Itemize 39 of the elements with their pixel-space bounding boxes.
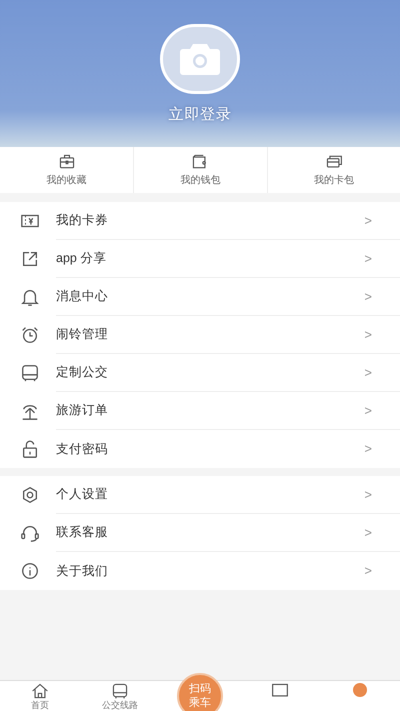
chevron-icon: > [364, 439, 372, 459]
lock-icon [20, 439, 40, 459]
quick-action-button[interactable]: 我的收藏 [0, 147, 134, 193]
menu-item[interactable]: 定制公交 > [0, 354, 400, 392]
chevron-icon: > [364, 362, 372, 382]
camera-icon [179, 42, 221, 76]
alarm-clock-icon [20, 325, 40, 345]
quick-action-button[interactable]: 我的卡包 [266, 147, 400, 193]
home-icon [31, 682, 49, 700]
tab-button[interactable]: 公交线路 [102, 681, 138, 710]
chevron-icon: > [364, 484, 372, 504]
share-icon [20, 249, 40, 269]
briefcase-icon [58, 152, 76, 170]
info-icon [20, 561, 40, 581]
menu-item[interactable]: 个人设置 > [0, 476, 400, 514]
bus-icon [20, 363, 40, 383]
quick-action-button[interactable]: 我的钱包 [133, 147, 267, 193]
menu-item[interactable]: 我的卡券 > [0, 202, 400, 240]
menu-item[interactable]: 联系客服 > [0, 514, 400, 552]
chevron-icon: > [364, 522, 372, 542]
menu-item[interactable]: 消息中心 > [0, 278, 400, 316]
settings-icon [20, 485, 40, 505]
menu-item[interactable]: app 分享 > [0, 240, 400, 278]
bell-icon [20, 287, 40, 307]
cards-icon [324, 152, 343, 170]
menu-item[interactable]: 关于我们 > [0, 552, 400, 590]
chevron-icon: > [364, 324, 372, 344]
menu-item[interactable]: 支付密码 > [0, 430, 400, 468]
chevron-icon: > [364, 210, 372, 230]
menu-item[interactable]: 闹铃管理 > [0, 316, 400, 354]
chevron-icon: > [364, 400, 372, 420]
headset-icon [20, 523, 40, 543]
tab-button[interactable]: 首页 [31, 681, 49, 710]
menu-item[interactable]: 旅游订单 > [0, 392, 400, 430]
user-avatar-icon[interactable] [353, 683, 367, 697]
chevron-icon: > [364, 286, 372, 306]
chevron-icon: > [364, 248, 372, 268]
chevron-icon: > [364, 561, 372, 581]
bus-icon [111, 682, 129, 700]
